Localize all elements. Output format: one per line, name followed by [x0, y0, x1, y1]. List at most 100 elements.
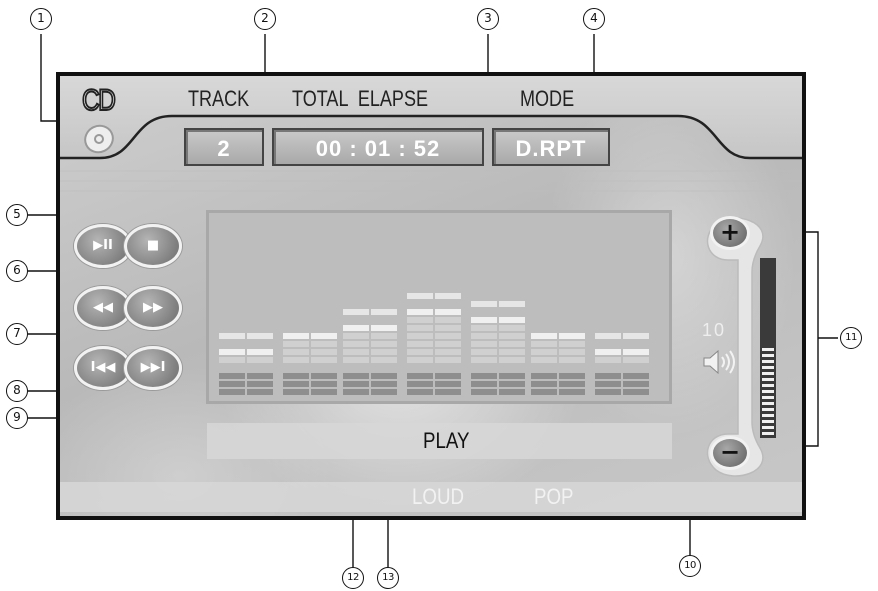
eq-peak-marker [219, 333, 245, 339]
eq-bar-segment [311, 341, 337, 347]
eq-bar-segment [623, 389, 649, 395]
eq-bar-segment [247, 381, 273, 387]
eq-bar-segment [559, 373, 585, 379]
volume-down-button[interactable]: − [710, 436, 750, 470]
disc-icon [84, 124, 114, 154]
eq-bar-segment [283, 349, 309, 355]
eq-bar-segment [371, 381, 397, 387]
eq-bar-segment [219, 349, 245, 355]
sound-effects-bar: LOUD POP [60, 482, 802, 512]
eq-bar-segment [499, 389, 525, 395]
equalizer-display [206, 210, 672, 404]
eq-bar-segment [407, 373, 433, 379]
skip-button-group: I◀◀ ▶▶I [74, 346, 182, 390]
eq-bar-segment [311, 381, 337, 387]
eq-bar-segment [531, 349, 557, 355]
eq-bar-segment [219, 373, 245, 379]
eq-bar-segment [283, 333, 309, 339]
skip-next-icon: ▶▶I [140, 360, 166, 375]
eq-bar-segment [371, 373, 397, 379]
cd-logo: CD [81, 83, 117, 118]
eq-bar-segment [407, 333, 433, 339]
eq-bar-segment [471, 341, 497, 347]
rewind-icon: ◀◀ [93, 300, 113, 315]
play-stop-button-group: ▶II ■ [74, 224, 182, 268]
callout-13: 13 [377, 567, 399, 589]
eq-bar-segment [499, 373, 525, 379]
eq-bar-segment [343, 333, 369, 339]
eq-bar-segment [499, 341, 525, 347]
play-pause-icon: ▶II [93, 238, 113, 253]
seek-button-group: ◀◀ ▶▶ [74, 286, 182, 330]
eq-bar-segment [499, 317, 525, 323]
eq-bar-segment [471, 349, 497, 355]
volume-track[interactable] [760, 258, 776, 438]
eq-peak-marker [371, 309, 397, 315]
eq-bar-segment [407, 341, 433, 347]
eq-bar-segment [471, 381, 497, 387]
eq-bar-segment [371, 325, 397, 331]
eq-bar-segment [247, 349, 273, 355]
eq-bar-segment [343, 325, 369, 331]
time-value: 00 : 01 : 52 [315, 136, 441, 161]
eq-peak-marker [471, 301, 497, 307]
callout-2: 2 [254, 8, 276, 30]
eq-bar-segment [471, 317, 497, 323]
callout-11: 11 [840, 327, 862, 349]
eq-bar-segment [499, 325, 525, 331]
eq-bar-segment [343, 389, 369, 395]
loud-indicator: LOUD [412, 484, 464, 509]
eq-peak-marker [623, 333, 649, 339]
mode-display[interactable]: D.RPT [492, 128, 610, 166]
eq-bar-segment [435, 341, 461, 347]
eq-bar-segment [407, 389, 433, 395]
time-display: 00 : 01 : 52 [272, 128, 484, 166]
eq-bar-segment [343, 357, 369, 363]
eq-bar-segment [595, 381, 621, 387]
stop-button[interactable]: ■ [124, 224, 182, 268]
eq-bar-segment [219, 381, 245, 387]
eq-peak-marker [499, 301, 525, 307]
eq-bar-segment [311, 389, 337, 395]
eq-bar-segment [247, 357, 273, 363]
eq-bar-segment [559, 333, 585, 339]
plus-icon: + [719, 218, 741, 246]
eq-peak-marker [595, 333, 621, 339]
eq-bar-segment [371, 333, 397, 339]
eq-bar-segment [471, 333, 497, 339]
eq-bar-segment [311, 333, 337, 339]
eq-bar-segment [283, 357, 309, 363]
eq-bar-segment [283, 373, 309, 379]
eq-bar-segment [499, 349, 525, 355]
callout-5: 5 [6, 204, 28, 226]
track-label: TRACK [188, 86, 250, 111]
eq-bar-segment [471, 357, 497, 363]
cd-player-screen: CD TRACK TOTAL ELAPSE MODE 2 00 : 01 : 5… [56, 72, 806, 520]
eq-bar-segment [595, 389, 621, 395]
eq-bar-segment [559, 341, 585, 347]
eq-bar-segment [247, 373, 273, 379]
callout-12: 12 [342, 567, 364, 589]
mode-label: MODE [520, 86, 575, 111]
eq-bar-segment [471, 389, 497, 395]
callout-7: 7 [6, 323, 28, 345]
eq-bar-segment [559, 381, 585, 387]
next-track-button[interactable]: ▶▶I [124, 346, 182, 390]
eq-bar-segment [499, 333, 525, 339]
volume-level-ticks [762, 348, 774, 438]
callout-1: 1 [30, 8, 52, 30]
eq-bar-segment [623, 373, 649, 379]
stop-icon: ■ [146, 238, 160, 253]
volume-up-button[interactable]: + [710, 216, 750, 250]
eq-bar-segment [471, 373, 497, 379]
eq-bar-segment [219, 357, 245, 363]
eq-bar-segment [371, 349, 397, 355]
eq-bar-segment [311, 373, 337, 379]
eq-bar-segment [283, 341, 309, 347]
eq-bar-segment [435, 389, 461, 395]
fast-forward-button[interactable]: ▶▶ [124, 286, 182, 330]
eq-bar-segment [371, 389, 397, 395]
eq-bar-segment [435, 373, 461, 379]
eq-bar-segment [407, 309, 433, 315]
callout-9: 9 [6, 407, 28, 429]
